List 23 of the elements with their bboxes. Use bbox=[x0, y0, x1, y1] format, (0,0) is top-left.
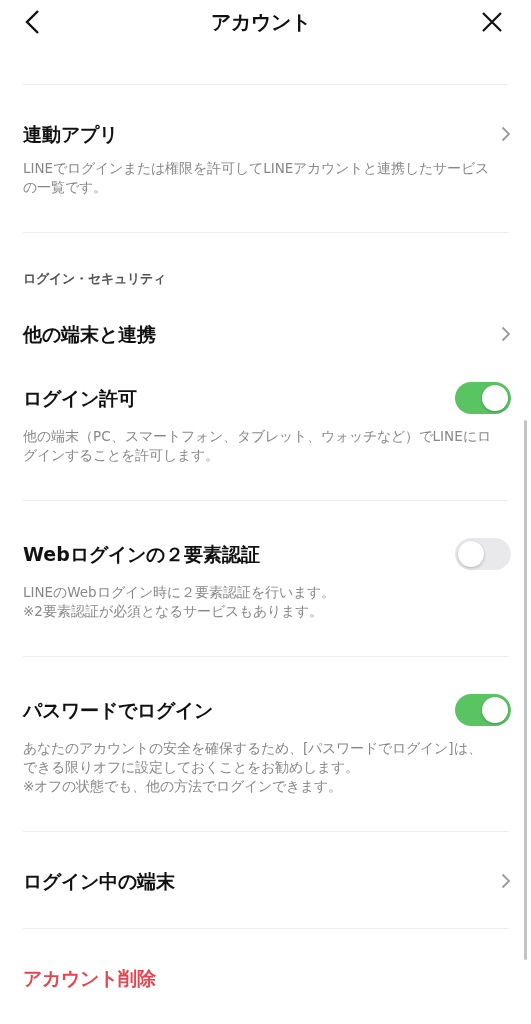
setting-title: パスワードでログイン bbox=[23, 698, 213, 722]
setting-title[interactable]: 他の端末と連携 bbox=[23, 322, 156, 346]
toggle-switch[interactable] bbox=[455, 382, 511, 414]
setting-description: LINEでログインまたは権限を許可してLINEアカウントと連携したサービスの一覧です。 bbox=[23, 159, 491, 197]
delete-account-link[interactable]: アカウント削除 bbox=[23, 966, 156, 990]
setting-description: ※2要素認証が必須となるサービスもあります。 bbox=[23, 602, 324, 621]
chevron-right-icon[interactable] bbox=[501, 873, 511, 889]
back-icon[interactable] bbox=[24, 9, 40, 35]
setting-title[interactable]: 連動アプリ bbox=[23, 122, 118, 146]
setting-description: 他の端末（PC、スマートフォン、タブレット、ウォッチなど）でLINEにログインすることを許可します。 bbox=[23, 427, 492, 465]
setting-description: あなたのアカウントの安全を確保するため、[パスワードでログイン]は、できる限りオフに設定しておくことをお勧めします。 bbox=[23, 739, 483, 777]
chevron-right-icon[interactable] bbox=[501, 326, 511, 342]
setting-title[interactable]: ログイン中の端末 bbox=[23, 869, 175, 893]
close-icon[interactable] bbox=[481, 11, 503, 33]
setting-title: ログイン許可 bbox=[23, 386, 137, 410]
page-title: アカウント bbox=[210, 8, 311, 36]
setting-description: LINEのWebログイン時に２要素認証を行います。 bbox=[23, 583, 336, 602]
setting-description: ※オフの状態でも、他の方法でログインできます。 bbox=[23, 777, 344, 796]
section-header: ログイン・セキュリティ bbox=[23, 271, 167, 287]
chevron-right-icon[interactable] bbox=[501, 126, 511, 142]
setting-title: Webログインの２要素認証 bbox=[23, 542, 260, 566]
toggle-switch[interactable] bbox=[455, 538, 511, 570]
toggle-switch[interactable] bbox=[455, 694, 511, 726]
